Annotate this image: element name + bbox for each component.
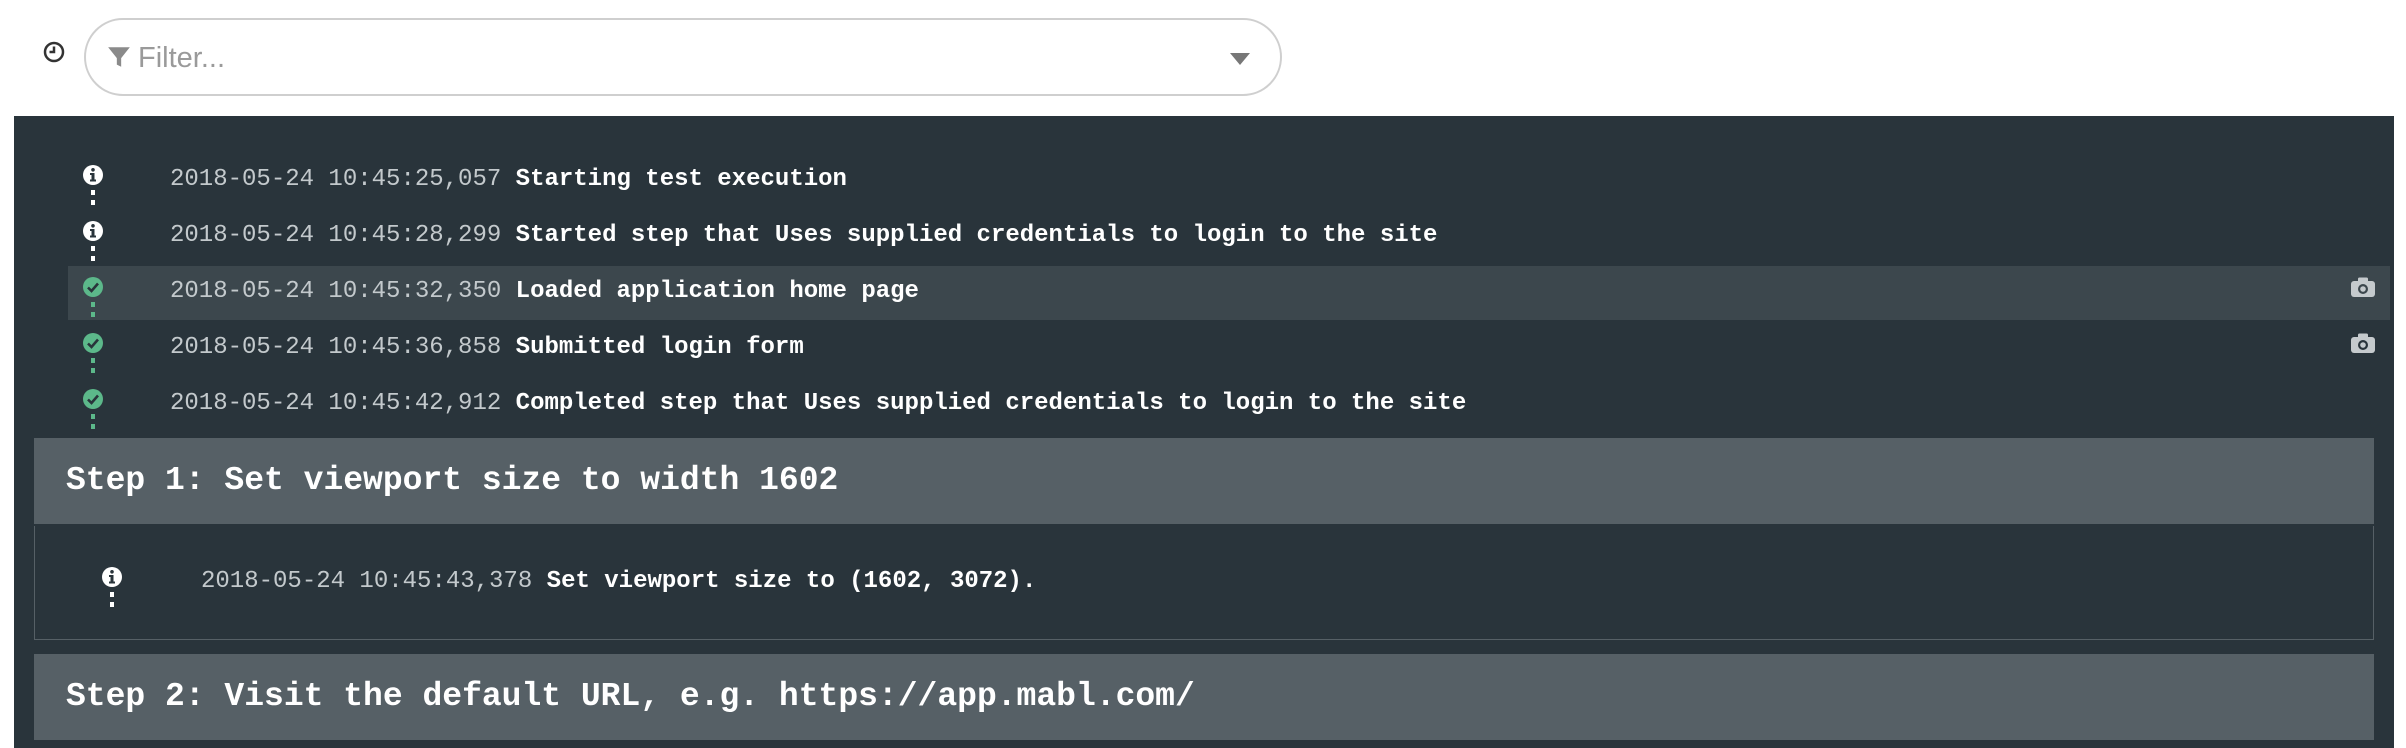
info-icon bbox=[83, 221, 103, 241]
log-entry[interactable]: 2018-05-24 10:45:43,378 Set viewport siz… bbox=[35, 556, 2335, 610]
log-timestamp: 2018-05-24 10:45:25,057 bbox=[170, 166, 502, 193]
step-title: Step 1: Set viewport size to width 1602 bbox=[66, 462, 839, 499]
step-title: Step 2: Visit the default URL, e.g. http… bbox=[66, 678, 1195, 715]
timeline-connector bbox=[91, 190, 95, 205]
log-entry-text: 2018-05-24 10:45:43,378 Set viewport siz… bbox=[201, 566, 1036, 598]
log-entry[interactable]: 2018-05-24 10:45:28,299 Started step tha… bbox=[68, 210, 2390, 264]
filter-icon bbox=[108, 47, 130, 67]
log-message: Starting test execution bbox=[515, 166, 847, 193]
log-entry-text: 2018-05-24 10:45:32,350 Loaded applicati… bbox=[170, 276, 919, 308]
camera-icon[interactable] bbox=[2350, 276, 2376, 298]
filter-combobox[interactable] bbox=[84, 18, 1282, 96]
log-entry[interactable]: 2018-05-24 10:45:36,858 Submitted login … bbox=[68, 322, 2390, 376]
log-message: Loaded application home page bbox=[515, 278, 919, 305]
log-message: Submitted login form bbox=[515, 334, 804, 361]
check-circle-icon bbox=[83, 277, 103, 297]
filter-input[interactable] bbox=[136, 34, 1180, 82]
check-circle-icon bbox=[83, 389, 103, 409]
log-timestamp: 2018-05-24 10:45:42,912 bbox=[170, 390, 502, 417]
log-timestamp: 2018-05-24 10:45:36,858 bbox=[170, 334, 502, 361]
log-entry-text: 2018-05-24 10:45:28,299 Started step tha… bbox=[170, 220, 1437, 252]
execution-log-panel: 2018-05-24 10:45:25,057 Starting test ex… bbox=[14, 116, 2394, 748]
log-timestamp: 2018-05-24 10:45:43,378 bbox=[201, 568, 533, 595]
timeline-connector bbox=[91, 246, 95, 261]
log-entry[interactable]: 2018-05-24 10:45:25,057 Starting test ex… bbox=[68, 154, 2390, 208]
check-circle-icon bbox=[83, 333, 103, 353]
info-icon bbox=[83, 165, 103, 185]
chevron-down-icon[interactable] bbox=[1230, 53, 1250, 65]
filter-bar bbox=[0, 0, 2406, 116]
timeline-connector bbox=[91, 302, 95, 317]
history-icon[interactable] bbox=[42, 40, 66, 64]
log-timestamp: 2018-05-24 10:45:32,350 bbox=[170, 278, 502, 305]
timeline-connector bbox=[91, 358, 95, 373]
camera-icon[interactable] bbox=[2350, 332, 2376, 354]
step-header[interactable]: Step 1: Set viewport size to width 1602 bbox=[34, 438, 2374, 524]
log-entry-text: 2018-05-24 10:45:36,858 Submitted login … bbox=[170, 332, 804, 364]
log-entry-text: 2018-05-24 10:45:42,912 Completed step t… bbox=[170, 388, 1466, 420]
log-timestamp: 2018-05-24 10:45:28,299 bbox=[170, 222, 502, 249]
log-entry[interactable]: 2018-05-24 10:45:42,912 Completed step t… bbox=[68, 378, 2390, 432]
info-icon bbox=[102, 567, 122, 587]
step-header[interactable]: Step 2: Visit the default URL, e.g. http… bbox=[34, 654, 2374, 740]
timeline-connector bbox=[110, 592, 114, 607]
log-entry[interactable]: 2018-05-24 10:45:32,350 Loaded applicati… bbox=[68, 266, 2390, 320]
log-message: Set viewport size to (1602, 3072). bbox=[546, 568, 1037, 595]
log-entry-text: 2018-05-24 10:45:25,057 Starting test ex… bbox=[170, 164, 847, 196]
timeline-connector bbox=[91, 414, 95, 429]
log-message: Started step that Uses supplied credenti… bbox=[515, 222, 1438, 249]
step-body: 2018-05-24 10:45:43,378 Set viewport siz… bbox=[34, 526, 2374, 640]
log-message: Completed step that Uses supplied creden… bbox=[515, 390, 1467, 417]
